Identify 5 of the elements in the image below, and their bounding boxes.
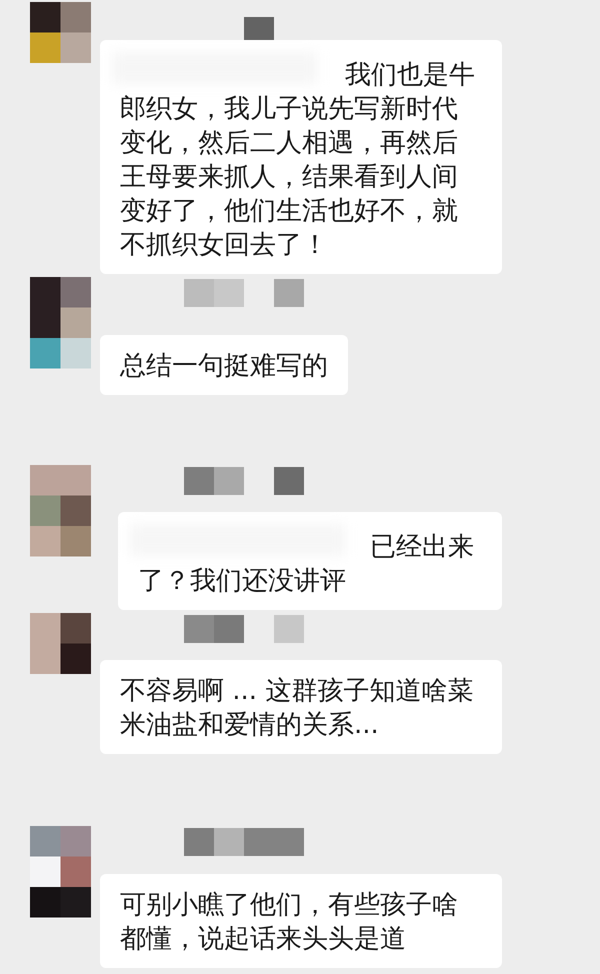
message-text: 可别小瞧了他们，有些孩子啥都懂，说起话来头头是道	[120, 889, 459, 956]
message-text: 我们也是牛郎织女，我儿子说先写新时代变化，然后二人相遇，再然后王母要来抓人，结果看到人间变好了，他们生活也好不，就不抓织女回去了！	[120, 59, 476, 262]
message-text: 总结一句挺难写的	[120, 350, 328, 383]
message-text: 不容易啊 ... 这群孩子知道啥菜米油盐和爱情的关系...	[120, 675, 474, 742]
message-text: 已经出来了？我们还没讲评	[138, 531, 475, 598]
